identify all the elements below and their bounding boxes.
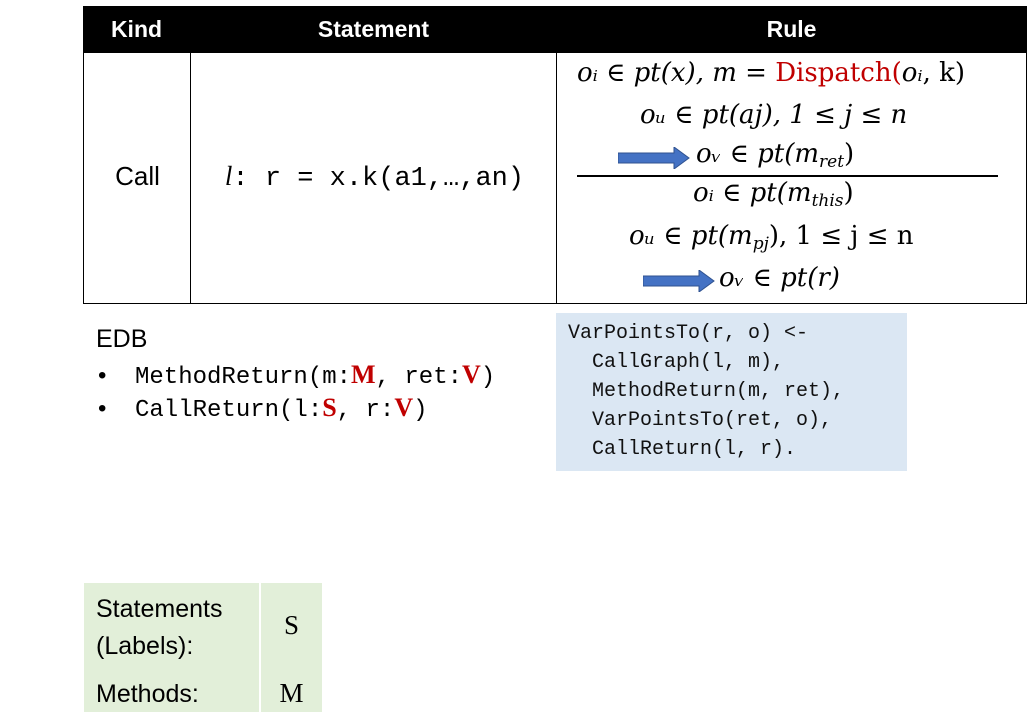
- call-rule-table: Kind Statement Rule Call l: r = x.k(a1,……: [83, 6, 1027, 304]
- statements-label: Statements (Labels):: [96, 595, 223, 660]
- rule-conclusion-this: oᵢ ∈ pt(mthis): [693, 178, 854, 211]
- rule-premise-dispatch: oᵢ ∈ pt(x), m = Dispatch(oᵢ, k): [577, 58, 966, 88]
- domains-box: Statements (Labels): S Methods: M: [84, 583, 322, 712]
- header-rule: Rule: [766, 16, 817, 42]
- header-statement: Statement: [317, 16, 430, 42]
- statement-cell: l: r = x.k(a1,…,an): [192, 161, 557, 194]
- methods-domain-value: M: [279, 678, 304, 708]
- code-line: VarPointsTo(r, o) <-: [568, 322, 809, 345]
- rule-premise-return: oᵥ ∈ pt(mret): [696, 139, 855, 172]
- inference-line: [577, 175, 998, 177]
- edb-title: EDB: [96, 325, 148, 353]
- arrow-right-icon: [643, 270, 715, 292]
- statement-code: : r = x.k(a1,…,an): [232, 164, 525, 194]
- edb-item-call-return: • CallReturn(l:S, r:V): [98, 393, 428, 424]
- rule-conclusion-result: oᵥ ∈ pt(r): [719, 263, 840, 293]
- table-header: Kind Statement Rule: [83, 6, 1027, 52]
- code-line: VarPointsTo(ret, o),: [568, 409, 833, 432]
- rule-premise-args: oᵤ ∈ pt(aj), 1 ≤ j ≤ n: [640, 100, 908, 130]
- arrow-right-icon: [618, 147, 690, 169]
- kind-cell: Call: [115, 161, 160, 191]
- edb-item-method-return: • MethodReturn(m:M, ret:V): [98, 360, 496, 391]
- table-row: Call l: r = x.k(a1,…,an): [83, 52, 1027, 304]
- methods-label: Methods:: [96, 680, 199, 708]
- code-line: MethodReturn(m, ret),: [568, 380, 845, 403]
- datalog-rule-box: VarPointsTo(r, o) <- CallGraph(l, m), Me…: [556, 313, 907, 471]
- statements-domain-value: S: [283, 610, 300, 640]
- code-line: CallGraph(l, m),: [568, 351, 785, 374]
- header-kind: Kind: [110, 16, 163, 42]
- dispatch-function: Dispatch(: [775, 58, 902, 88]
- rule-conclusion-params: oᵤ ∈ pt(mpj), 1 ≤ j ≤ n: [629, 221, 914, 254]
- code-line: CallReturn(l, r).: [568, 438, 797, 461]
